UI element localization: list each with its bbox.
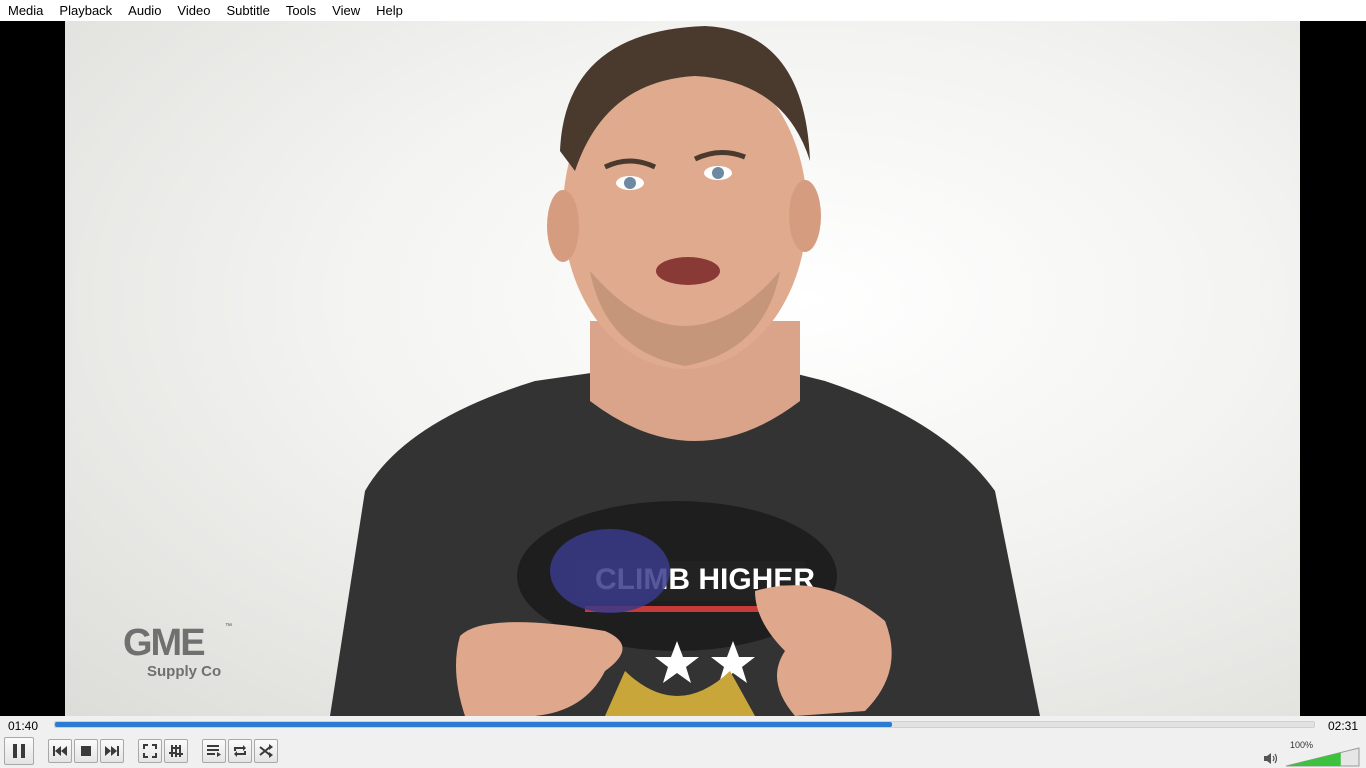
next-icon (105, 745, 119, 757)
watermark-brand: GME (123, 622, 206, 664)
video-scene: CLIMB HIGHER (330, 26, 1040, 716)
menu-media[interactable]: Media (0, 0, 51, 21)
previous-icon (53, 745, 67, 757)
random-button[interactable] (254, 739, 278, 763)
time-total[interactable]: 02:31 (1328, 719, 1358, 733)
menu-help[interactable]: Help (368, 0, 411, 21)
stop-icon (81, 746, 91, 756)
time-elapsed[interactable]: 01:40 (8, 719, 38, 733)
menu-playback[interactable]: Playback (51, 0, 120, 21)
playlist-icon (207, 745, 221, 757)
seek-row: 01:40 02:31 (0, 716, 1366, 736)
menu-subtitle[interactable]: Subtitle (218, 0, 277, 21)
watermark-trademark: ™ (225, 623, 232, 630)
volume-control[interactable]: 100% (1264, 740, 1364, 768)
extended-settings-icon (169, 744, 183, 758)
menu-bar: Media Playback Audio Video Subtitle Tool… (0, 0, 1366, 21)
extended-settings-button[interactable] (164, 739, 188, 763)
previous-button[interactable] (48, 739, 72, 763)
loop-button[interactable] (228, 739, 252, 763)
fullscreen-button[interactable] (138, 739, 162, 763)
random-icon (259, 744, 273, 758)
video-frame: CLIMB HIGHER GME ™ Supply Co (65, 21, 1300, 716)
fullscreen-icon (143, 744, 157, 758)
video-display[interactable]: CLIMB HIGHER GME ™ Supply Co (0, 21, 1366, 716)
loop-icon (233, 744, 247, 758)
menu-view[interactable]: View (324, 0, 368, 21)
seek-slider[interactable] (54, 721, 1315, 728)
stop-button[interactable] (74, 739, 98, 763)
menu-tools[interactable]: Tools (278, 0, 324, 21)
menu-video[interactable]: Video (169, 0, 218, 21)
watermark-subtitle: Supply Co (147, 663, 222, 680)
playlist-button[interactable] (202, 739, 226, 763)
speaker-icon[interactable] (1264, 752, 1278, 768)
menu-audio[interactable]: Audio (120, 0, 169, 21)
volume-slider[interactable] (1286, 747, 1360, 767)
next-button[interactable] (100, 739, 124, 763)
controls-bar: 100% (0, 736, 1366, 768)
watermark-logo: GME ™ Supply Co (123, 623, 233, 683)
pause-icon (11, 743, 27, 759)
seek-progress-fill (55, 722, 893, 727)
pause-button[interactable] (4, 737, 34, 765)
